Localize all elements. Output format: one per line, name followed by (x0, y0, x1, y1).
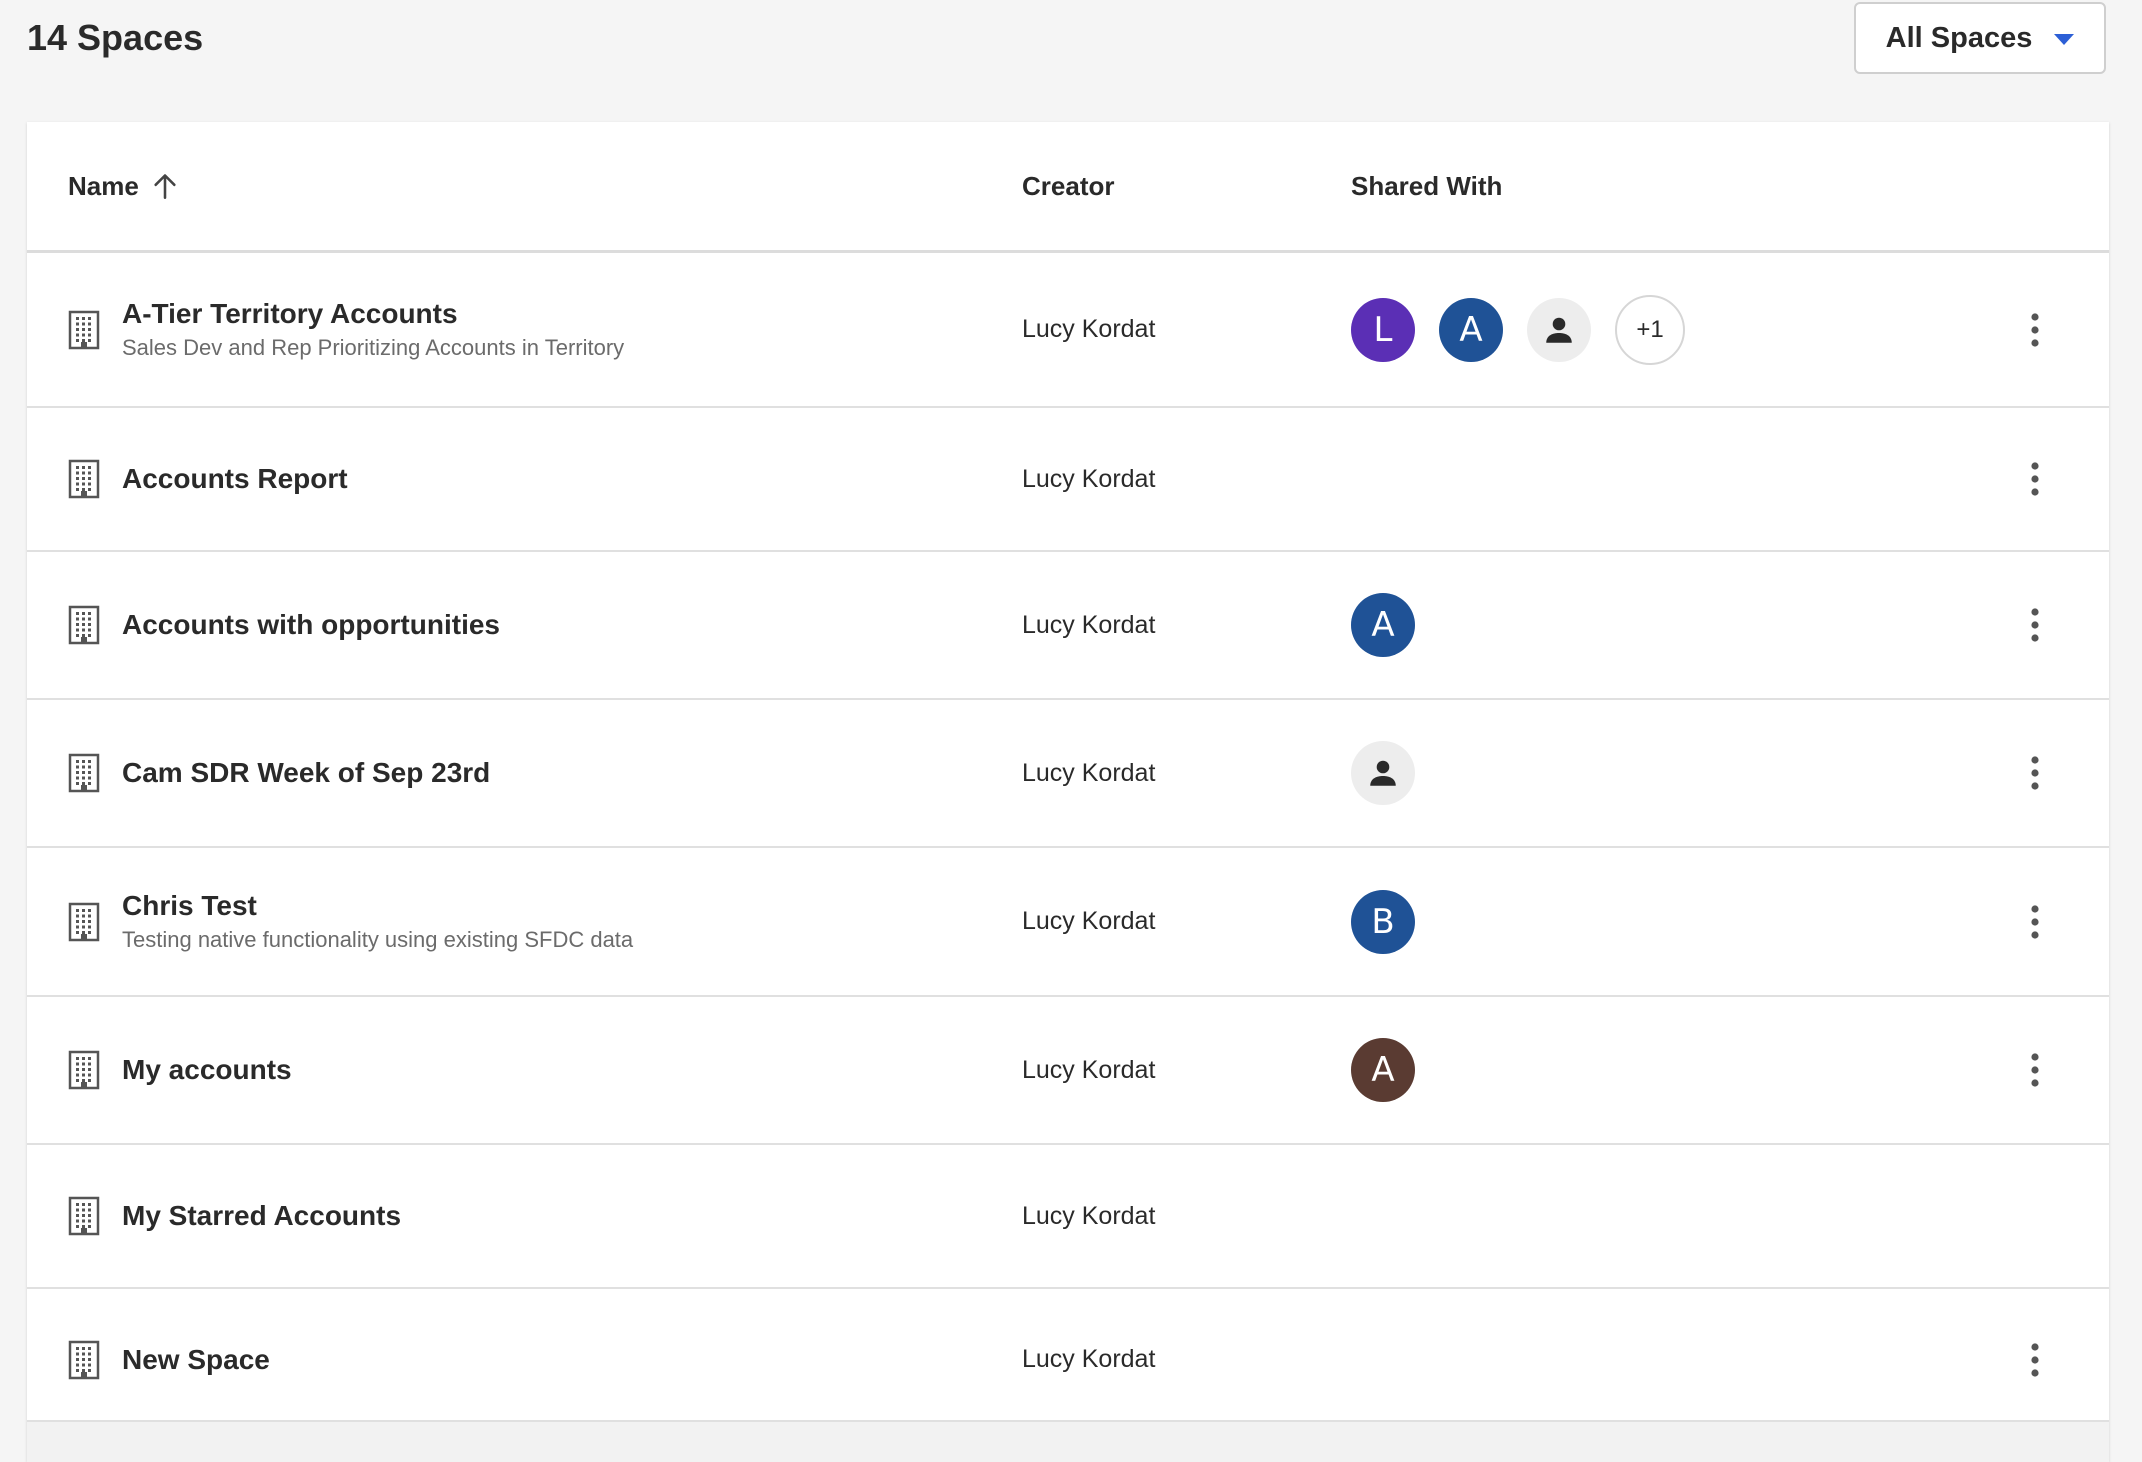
person-icon[interactable] (1527, 297, 1591, 362)
spaces-table: Name Creator Shared With A-Tier Territor… (27, 122, 2109, 1462)
space-title[interactable]: Cam SDR Week of Sep 23rd (122, 756, 490, 790)
shared-with-cell: L A +1 (1351, 253, 1685, 406)
space-name-cell: My accounts (68, 997, 292, 1143)
creator-cell: Lucy Kordat (1022, 464, 1156, 493)
more-options-icon[interactable] (2031, 700, 2039, 846)
building-icon (68, 1050, 100, 1090)
building-icon (68, 310, 100, 349)
creator-cell: Lucy Kordat (1022, 907, 1156, 935)
page-title: 14 Spaces (27, 17, 204, 58)
column-name-label: Name (68, 170, 139, 201)
column-header-name[interactable]: Name (68, 122, 179, 250)
spaces-filter-label: All Spaces (1885, 21, 2033, 54)
user-avatar[interactable]: L (1351, 297, 1415, 362)
creator-cell: Lucy Kordat (1022, 758, 1156, 787)
space-title[interactable]: New Space (122, 1343, 270, 1377)
column-header-creator[interactable]: Creator (1022, 122, 1114, 250)
building-icon (68, 459, 100, 499)
more-options-icon[interactable] (2031, 997, 2039, 1143)
space-name-cell: New Space (68, 1289, 270, 1430)
table-row[interactable]: New Space Lucy Kordat (27, 1289, 2109, 1432)
creator-cell: Lucy Kordat (1022, 1201, 1156, 1230)
table-row[interactable]: Accounts Report Lucy Kordat (27, 408, 2109, 552)
user-avatar[interactable]: B (1351, 889, 1415, 954)
space-title[interactable]: A-Tier Territory Accounts (122, 297, 624, 331)
user-avatar[interactable]: A (1439, 297, 1503, 362)
person-icon[interactable] (1351, 741, 1415, 805)
column-header-shared-with[interactable]: Shared With (1351, 122, 1502, 250)
building-icon (68, 1340, 100, 1379)
space-name-cell: Chris Test Testing native functionality u… (68, 848, 633, 995)
space-title[interactable]: Accounts Report (122, 462, 348, 496)
more-users-badge[interactable]: +1 (1615, 294, 1685, 365)
building-icon (68, 605, 100, 645)
space-description: Testing native functionality using exist… (122, 926, 634, 952)
spaces-filter-dropdown[interactable]: All Spaces (1854, 2, 2106, 74)
space-title[interactable]: My accounts (122, 1053, 292, 1087)
user-avatar[interactable]: A (1351, 593, 1415, 657)
space-title[interactable]: Accounts with opportunities (122, 608, 500, 642)
user-avatar[interactable]: A (1351, 1038, 1415, 1102)
space-name-cell: Accounts with opportunities (68, 552, 500, 698)
sort-ascending-icon (154, 174, 176, 199)
table-body: A-Tier Territory Accounts Sales Dev and R… (27, 253, 2109, 1432)
more-options-icon[interactable] (2031, 552, 2039, 698)
more-options-icon[interactable] (2031, 1289, 2039, 1430)
creator-cell: Lucy Kordat (1022, 315, 1156, 343)
building-icon (68, 1196, 100, 1236)
creator-cell: Lucy Kordat (1022, 1345, 1156, 1373)
building-icon (68, 902, 100, 941)
creator-cell: Lucy Kordat (1022, 1055, 1156, 1084)
space-name-cell: A-Tier Territory Accounts Sales Dev and R… (68, 253, 624, 406)
table-row[interactable]: Accounts with opportunities Lucy Kordat A (27, 552, 2109, 700)
creator-cell: Lucy Kordat (1022, 610, 1156, 639)
space-title[interactable]: Chris Test (122, 889, 633, 923)
next-row-partial (27, 1420, 2109, 1462)
table-row[interactable]: My Starred Accounts Lucy Kordat (27, 1145, 2109, 1289)
table-row[interactable]: My accounts Lucy Kordat A (27, 997, 2109, 1145)
space-name-cell: Cam SDR Week of Sep 23rd (68, 700, 490, 846)
table-row[interactable]: Cam SDR Week of Sep 23rd Lucy Kordat (27, 700, 2109, 848)
table-row[interactable]: Chris Test Testing native functionality u… (27, 848, 2109, 997)
more-options-icon[interactable] (2031, 848, 2039, 995)
space-name-cell: Accounts Report (68, 408, 348, 550)
shared-with-cell: A (1351, 997, 1415, 1143)
shared-with-cell: A (1351, 552, 1415, 698)
table-row[interactable]: A-Tier Territory Accounts Sales Dev and R… (27, 253, 2109, 408)
shared-with-cell: B (1351, 848, 1415, 995)
shared-with-cell (1351, 700, 1415, 846)
table-header: Name Creator Shared With (27, 122, 2109, 253)
space-description: Sales Dev and Rep Prioritizing Accounts … (122, 334, 625, 360)
space-name-cell: My Starred Accounts (68, 1145, 401, 1287)
space-title[interactable]: My Starred Accounts (122, 1199, 401, 1233)
caret-down-icon (2054, 34, 2075, 45)
more-options-icon[interactable] (2031, 253, 2039, 406)
building-icon (68, 753, 100, 793)
more-options-icon[interactable] (2031, 408, 2039, 550)
